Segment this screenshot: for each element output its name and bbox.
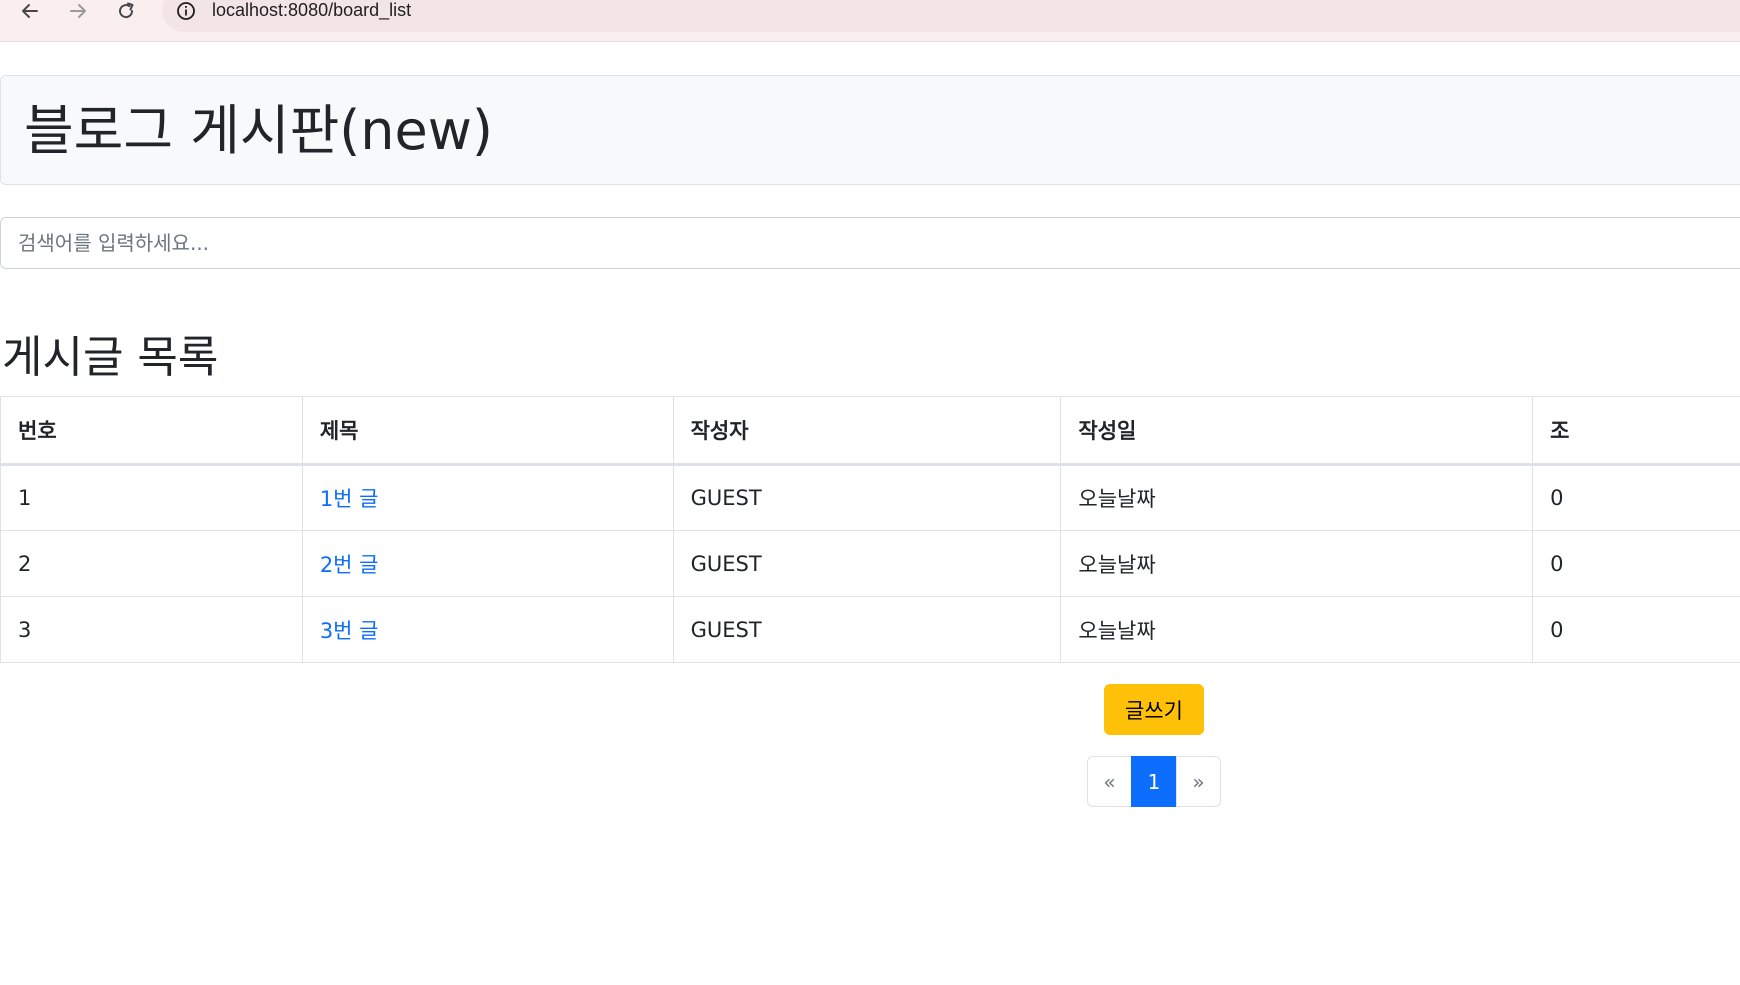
reload-button[interactable] xyxy=(111,0,141,22)
site-info-button[interactable] xyxy=(175,0,197,22)
table-header-row: 번호 제목 작성자 작성일 조 xyxy=(0,396,1740,466)
search-input[interactable] xyxy=(0,217,1740,269)
board-table: 번호 제목 작성자 작성일 조 1 1번 글 GUEST 오늘날짜 0 2 2번… xyxy=(0,396,1740,663)
cell-title: 2번 글 xyxy=(301,530,674,597)
section-title: 게시글 목록 xyxy=(2,332,219,383)
url-text[interactable]: localhost:8080/board_list xyxy=(212,0,411,21)
cell-views: 0 xyxy=(1532,464,1740,531)
site-info-icon xyxy=(177,2,195,20)
cell-date: 오늘날짜 xyxy=(1060,530,1534,597)
header-no: 번호 xyxy=(0,396,303,466)
header-title: 제목 xyxy=(301,396,674,466)
cell-no: 1 xyxy=(0,464,303,531)
cell-author: GUEST xyxy=(672,464,1062,531)
page-header: 블로그 게시판(new) xyxy=(0,75,1740,185)
table-row: 1 1번 글 GUEST 오늘날짜 0 xyxy=(0,464,1740,531)
cell-date: 오늘날짜 xyxy=(1060,464,1534,531)
header-date: 작성일 xyxy=(1060,396,1534,466)
pagination: « 1 » xyxy=(1087,756,1221,807)
back-button[interactable] xyxy=(15,0,45,22)
cell-no: 2 xyxy=(0,530,303,597)
table-row: 3 3번 글 GUEST 오늘날짜 0 xyxy=(0,596,1740,663)
cell-views: 0 xyxy=(1532,530,1740,597)
header-views: 조 xyxy=(1532,396,1740,466)
cell-date: 오늘날짜 xyxy=(1060,596,1534,663)
table-row: 2 2번 글 GUEST 오늘날짜 0 xyxy=(0,530,1740,597)
post-title-link[interactable]: 2번 글 xyxy=(320,553,379,577)
page-title: 블로그 게시판(new) xyxy=(24,99,493,162)
forward-arrow-icon xyxy=(70,4,86,18)
reload-icon xyxy=(119,2,134,19)
header-author: 작성자 xyxy=(672,396,1062,466)
page-current-button[interactable]: 1 xyxy=(1131,756,1177,807)
cell-title: 1번 글 xyxy=(301,464,674,531)
cell-views: 0 xyxy=(1532,596,1740,663)
post-title-link[interactable]: 3번 글 xyxy=(320,619,379,643)
back-arrow-icon xyxy=(22,4,38,18)
cell-title: 3번 글 xyxy=(301,596,674,663)
page-next-button[interactable]: » xyxy=(1176,756,1221,807)
post-title-link[interactable]: 1번 글 xyxy=(320,487,379,511)
cell-author: GUEST xyxy=(672,596,1062,663)
forward-button[interactable] xyxy=(63,0,93,22)
cell-no: 3 xyxy=(0,596,303,663)
cell-author: GUEST xyxy=(672,530,1062,597)
write-post-button[interactable]: 글쓰기 xyxy=(1104,684,1204,735)
page-prev-button[interactable]: « xyxy=(1087,756,1132,807)
browser-toolbar: localhost:8080/board_list xyxy=(0,0,1740,42)
